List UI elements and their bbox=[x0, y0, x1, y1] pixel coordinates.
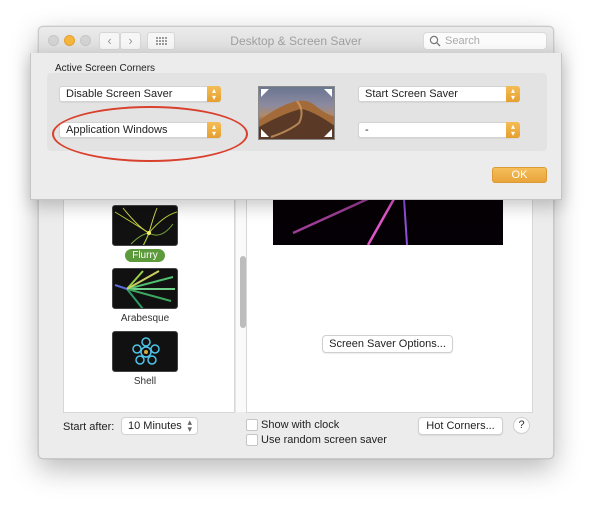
start-after-select[interactable]: 10 Minutes ▴ ▾ bbox=[121, 417, 198, 435]
corner-marker-bottom-right bbox=[324, 129, 332, 137]
random-screen-saver-checkbox[interactable] bbox=[246, 434, 258, 446]
shell-thumbnail bbox=[112, 331, 178, 372]
arabesque-thumbnail bbox=[112, 268, 178, 309]
bottom-left-corner-popup[interactable]: Application Windows ▴ ▾ bbox=[59, 122, 221, 138]
desktop-corner-preview bbox=[258, 86, 335, 140]
show-with-clock-checkbox[interactable] bbox=[246, 419, 258, 431]
screen-saver-list[interactable]: Classic Flurry bbox=[63, 177, 249, 413]
corner-marker-bottom-left bbox=[261, 129, 269, 137]
hot-corners-button[interactable]: Hot Corners... bbox=[418, 417, 503, 435]
search-placeholder: Search bbox=[445, 35, 480, 47]
screen-saver-label: Arabesque bbox=[120, 313, 170, 324]
top-left-corner-popup[interactable]: Disable Screen Saver ▴ ▾ bbox=[59, 86, 221, 102]
search-field[interactable]: Search bbox=[423, 32, 547, 50]
random-screen-saver-row[interactable]: Use random screen saver bbox=[246, 434, 387, 446]
corner-marker-top-right bbox=[324, 89, 332, 97]
top-right-corner-popup[interactable]: Start Screen Saver ▴ ▾ bbox=[358, 86, 520, 102]
start-after-label: Start after: bbox=[63, 421, 115, 433]
bottom-right-corner-value: - bbox=[365, 124, 369, 136]
screen-saver-label-selected: Flurry bbox=[125, 249, 165, 262]
bottom-left-corner-value: Application Windows bbox=[66, 124, 168, 136]
preview-panel: Screen Saver Options... bbox=[246, 177, 533, 413]
ok-label: OK bbox=[511, 169, 528, 181]
screen-saver-label: Shell bbox=[133, 376, 157, 387]
screen-saver-item-arabesque[interactable]: Arabesque bbox=[111, 268, 179, 325]
help-icon: ? bbox=[518, 419, 525, 431]
help-button[interactable]: ? bbox=[513, 417, 530, 434]
screen-saver-item-shell[interactable]: Shell bbox=[111, 331, 179, 388]
hot-corners-sheet: Active Screen Corners Disable Screen Sav… bbox=[30, 53, 562, 200]
random-screen-saver-label: Use random screen saver bbox=[261, 434, 387, 446]
popup-stepper-icon: ▴ ▾ bbox=[506, 86, 520, 102]
bottom-right-corner-popup[interactable]: - ▴ ▾ bbox=[358, 122, 520, 138]
popup-stepper-icon: ▴ ▾ bbox=[506, 122, 520, 138]
popup-stepper-icon: ▴ ▾ bbox=[207, 86, 221, 102]
ok-button[interactable]: OK bbox=[492, 167, 547, 183]
search-icon bbox=[429, 35, 441, 47]
top-left-corner-value: Disable Screen Saver bbox=[66, 88, 173, 100]
top-right-corner-value: Start Screen Saver bbox=[365, 88, 458, 100]
flurry-thumbnail bbox=[112, 205, 178, 246]
stepper-arrows-icon: ▴ ▾ bbox=[187, 417, 192, 434]
screen-saver-options-button[interactable]: Screen Saver Options... bbox=[322, 335, 453, 353]
screen-saver-item-flurry[interactable]: Flurry bbox=[111, 205, 179, 262]
show-with-clock-row[interactable]: Show with clock bbox=[246, 419, 339, 431]
screen-saver-options-label: Screen Saver Options... bbox=[329, 338, 446, 350]
hot-corners-label: Hot Corners... bbox=[426, 420, 495, 432]
start-after-value: 10 Minutes bbox=[128, 420, 182, 432]
corner-marker-top-left bbox=[261, 89, 269, 97]
show-with-clock-label: Show with clock bbox=[261, 419, 340, 431]
popup-stepper-icon: ▴ ▾ bbox=[207, 122, 221, 138]
title-bar: ‹ › Desktop & Screen Saver Search bbox=[39, 27, 553, 54]
